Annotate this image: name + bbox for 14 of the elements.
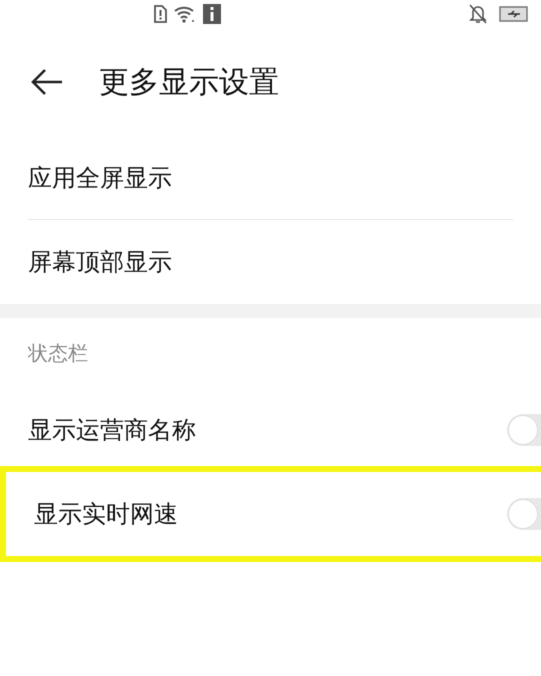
setting-item[interactable]: 屏幕顶部显示 [28, 244, 172, 280]
toggle-switch[interactable] [507, 414, 541, 446]
setting-label: 显示运营商名称 [28, 415, 196, 446]
info-icon [203, 4, 221, 24]
back-arrow-icon[interactable] [30, 68, 63, 96]
setting-item[interactable]: 应用全屏显示 [28, 160, 172, 196]
battery-icon [499, 6, 529, 22]
section-header: 状态栏 [28, 340, 88, 367]
sim-alert-icon [153, 5, 167, 23]
wifi-icon [173, 5, 197, 23]
bell-off-icon [469, 4, 487, 24]
page-title: 更多显示设置 [99, 64, 279, 102]
setting-label: 显示实时网速 [34, 499, 178, 530]
toggle-switch[interactable] [507, 498, 541, 530]
